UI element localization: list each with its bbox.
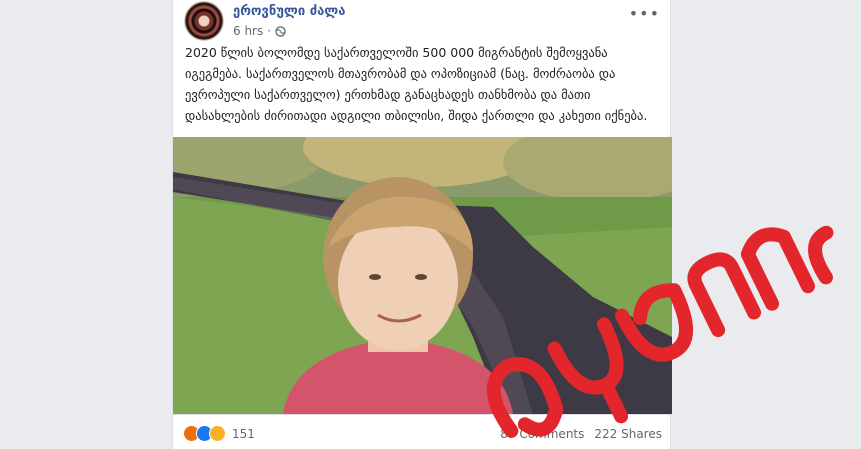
post-time[interactable]: 6 hrs	[233, 24, 263, 38]
reaction-count[interactable]: 151	[232, 427, 255, 441]
post-meta: 6 hrs ·	[233, 24, 286, 38]
post-text: 2020 წლის ბოლომდე საქართველოში 500 000 მ…	[185, 45, 648, 123]
ellipsis-icon[interactable]: •••	[629, 4, 660, 23]
dot-separator: ·	[267, 24, 272, 38]
author-avatar[interactable]	[184, 1, 224, 41]
author-name[interactable]: ეროვნული ძალა	[233, 4, 345, 19]
fake-stamp	[486, 225, 834, 438]
reactions-summary[interactable]: 151	[183, 425, 255, 442]
globe-icon[interactable]	[275, 25, 286, 37]
sad-reaction-icon	[209, 425, 226, 442]
